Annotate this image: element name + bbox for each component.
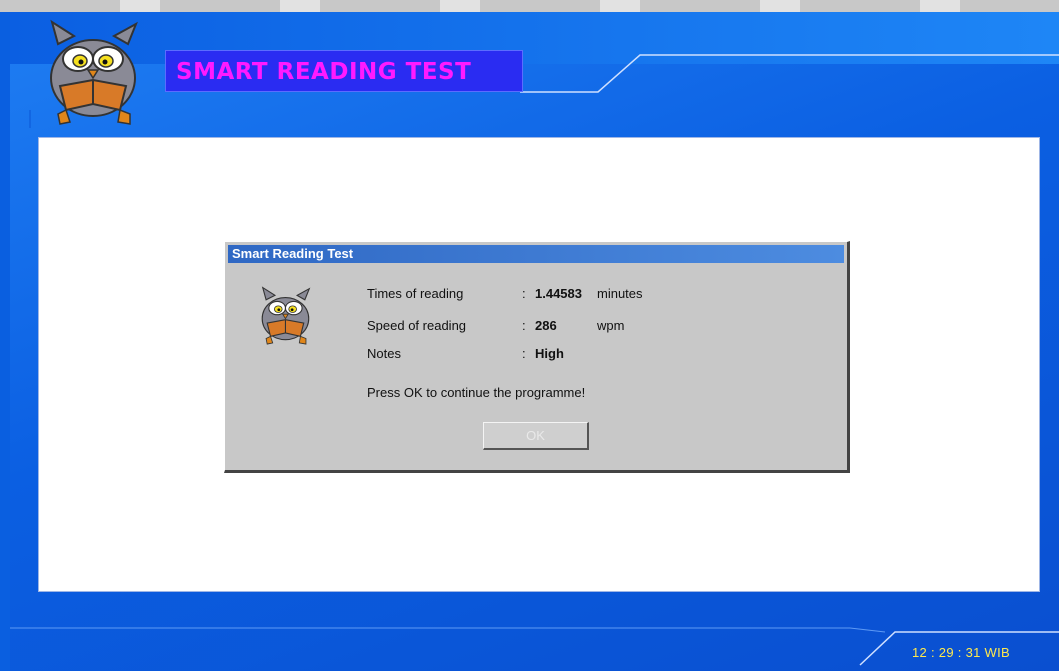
times-of-reading-colon: : (522, 286, 526, 301)
ok-button[interactable]: OK (483, 422, 589, 450)
times-of-reading-label: Times of reading (367, 286, 464, 301)
notes-colon: : (522, 346, 526, 361)
times-of-reading-unit: minutes (597, 286, 643, 301)
speed-of-reading-unit: wpm (597, 318, 625, 333)
owl-dialog-icon (261, 286, 311, 345)
notes-label: Notes (367, 346, 401, 361)
notes-value: High (535, 346, 564, 361)
speed-of-reading-value: 286 (535, 318, 557, 333)
speed-of-reading-colon: : (522, 318, 526, 333)
status-clock: 12 : 29 : 31 WIB (912, 645, 1011, 660)
times-of-reading-value: 1.44583 (535, 286, 582, 301)
banner-title-box: SMART READING TEST (165, 50, 523, 92)
continue-message: Press OK to continue the programme! (367, 385, 586, 400)
banner-title: SMART READING TEST (176, 59, 472, 85)
owl-reading-icon (50, 19, 138, 125)
dialog-titlebar[interactable]: Smart Reading Test (228, 245, 844, 263)
result-dialog: Smart Reading Test Times of reading : 1.… (224, 241, 850, 473)
speed-of-reading-label: Speed of reading (367, 318, 467, 333)
dialog-title: Smart Reading Test (232, 246, 354, 261)
